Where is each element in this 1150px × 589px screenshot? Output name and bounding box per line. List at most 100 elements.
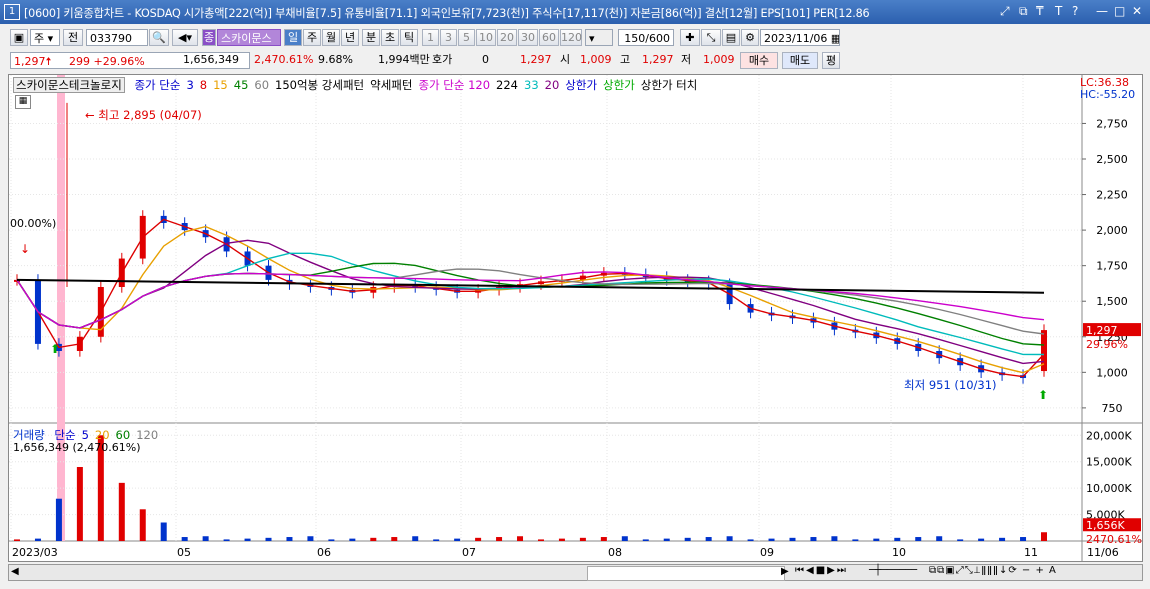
interval-10[interactable]: 10 [476, 29, 496, 46]
chart-panel[interactable]: 2,750 2,500 2,250 2,000 1,750 1,500 1,250 1,000… [8, 74, 1143, 562]
left-annotation: 00.00%) [10, 217, 56, 230]
interval-1[interactable]: 1 [422, 29, 439, 46]
x-tick-label: 05 [177, 546, 191, 559]
interval-120[interactable]: 120 [560, 29, 582, 46]
legend-entry[interactable]: 단순 [54, 428, 75, 442]
interval-30[interactable]: 30 [518, 29, 538, 46]
volume-bar [496, 537, 503, 541]
x-tick-label: 2023/03 [12, 546, 58, 559]
period-month[interactable]: 월 [322, 29, 340, 46]
legend-entry[interactable]: 20 [95, 428, 110, 442]
volume-bar [537, 539, 544, 541]
link-icon[interactable]: ⤢ [1000, 4, 1010, 19]
current-volume-rate: 2470.61% [1086, 533, 1142, 546]
view-tools-icon[interactable]: ⧉⧉▣⤢⤡⟂ǁǁǁ↓⟳ − + A [929, 565, 1057, 576]
hc-label: HC:-55.20 [1080, 88, 1136, 101]
sell-button[interactable]: 매도 [782, 52, 818, 69]
search-icon[interactable]: 🔍 [149, 29, 169, 46]
period-second[interactable]: 초 [381, 29, 399, 46]
playback-controls[interactable]: ⏮◀■▶⏭ [795, 565, 848, 576]
eval-button[interactable]: 평 [822, 52, 840, 69]
sound-icon[interactable]: ◀▾ [172, 29, 198, 46]
pin-icon[interactable]: ₸ [1036, 4, 1044, 18]
interval-select[interactable]: ▾ [585, 29, 613, 46]
legend-entry[interactable]: 5 [82, 428, 89, 442]
count-input[interactable]: 150/600 [618, 29, 674, 46]
change-rate: +29.96% [93, 55, 145, 68]
price-tick-label: 750 [1102, 402, 1123, 415]
volume-tick-label: 10,000K [1086, 482, 1132, 495]
scroll-thumb[interactable] [587, 566, 785, 581]
restore-icon[interactable]: ⧉ [1019, 4, 1028, 19]
legend-entry[interactable]: 60 [116, 428, 131, 442]
title-bar: 1 [0600] 키움종합차트 - KOSDAQ 시가총액[222(억)] 부채… [0, 0, 1150, 24]
x-tick-label: 11/06 [1087, 546, 1119, 559]
moving-average-line [16, 218, 1045, 378]
volume-bar [852, 539, 859, 541]
close-button[interactable]: ✕ [1132, 4, 1142, 18]
zoom-slider[interactable]: ─┼────── [869, 565, 917, 576]
interval-5[interactable]: 5 [458, 29, 475, 46]
stock-name[interactable]: 스카이문스 [217, 29, 281, 46]
crosshair-icon[interactable]: ✚ [680, 29, 700, 46]
period-day[interactable]: 일 [284, 29, 302, 46]
interval-3[interactable]: 3 [440, 29, 457, 46]
maximize-button[interactable]: □ [1114, 4, 1125, 18]
legend-entry[interactable]: 상한가 [565, 78, 597, 92]
date-input[interactable]: 2023/11/06 ▦ [760, 29, 840, 46]
chart-scrollbar[interactable]: ◀ ▶ ⏮◀■▶⏭ ─┼────── ⧉⧉▣⤢⤡⟂ǁǁǁ↓⟳ − + A [8, 564, 1143, 581]
legend-entry[interactable]: 60 [254, 78, 269, 92]
period-year[interactable]: 년 [341, 29, 359, 46]
stock-title[interactable]: 스카이문스테크놀로지 [13, 77, 125, 93]
chart-menu-icon[interactable]: ▣ [10, 29, 28, 46]
help-icon[interactable]: ? [1072, 4, 1078, 18]
high-value: 1,297 [642, 53, 674, 66]
x-tick-label: 10 [892, 546, 906, 559]
legend-entry[interactable]: 8 [200, 78, 207, 92]
legend-entry[interactable]: 150억봉 강세패턴 [275, 78, 364, 92]
interval-60[interactable]: 60 [539, 29, 559, 46]
volume-bar [894, 537, 901, 541]
legend-entry[interactable]: 종가 단순 120 [418, 78, 490, 92]
high-label: 고 [620, 53, 631, 66]
period-select[interactable]: 주 ▾ [30, 29, 60, 46]
legend-entry[interactable]: 약세패턴 [370, 78, 412, 92]
legend-entry[interactable]: 33 [524, 78, 539, 92]
window-title: [0600] 키움종합차트 - KOSDAQ 시가총액[222(억)] 부채비율… [24, 7, 870, 20]
text-icon[interactable]: T [1055, 4, 1062, 18]
legend-entry[interactable]: 15 [213, 78, 228, 92]
legend-entry[interactable]: 상한가 터치 [641, 78, 698, 92]
grid-icon[interactable]: ▦ [15, 95, 31, 109]
legend-entry[interactable]: 45 [234, 78, 249, 92]
legend-entry[interactable]: 3 [186, 78, 193, 92]
legend-entry[interactable]: 20 [545, 78, 560, 92]
legend-entry[interactable]: 224 [496, 78, 518, 92]
volume-bar [391, 537, 398, 541]
interval-20[interactable]: 20 [497, 29, 517, 46]
volume-bar [55, 498, 62, 541]
save-icon[interactable]: ▤ [722, 29, 740, 46]
window-number: 1 [4, 4, 20, 20]
period-week[interactable]: 주 [303, 29, 321, 46]
scroll-left-icon[interactable]: ◀ [11, 566, 19, 577]
minimize-button[interactable]: — [1096, 4, 1108, 18]
volume-bar [349, 538, 356, 541]
draw-tool-icon[interactable]: ⤡ [701, 29, 721, 46]
price-tick-label: 1,750 [1096, 260, 1128, 273]
period-tick[interactable]: 틱 [400, 29, 418, 46]
up-arrow-icon: 🠅 [45, 55, 52, 68]
volume-bar [642, 539, 649, 541]
buy-button[interactable]: 매수 [740, 52, 778, 69]
prev-button[interactable]: 전 [63, 29, 83, 46]
legend-entry[interactable]: 120 [136, 428, 158, 442]
settings-icon[interactable]: ⚙ [741, 29, 759, 46]
legend-entry[interactable]: 종가 단순 [134, 78, 180, 92]
volume-bar [118, 482, 125, 541]
current-rate-label: 29.96% [1086, 338, 1128, 351]
legend-entry[interactable]: 상한가 [603, 78, 635, 92]
x-tick-label: 09 [760, 546, 774, 559]
period-minute[interactable]: 분 [362, 29, 380, 46]
scroll-right-icon[interactable]: ▶ [781, 566, 789, 577]
volume-bar [160, 522, 167, 541]
stock-code-input[interactable]: 033790 [86, 29, 148, 46]
